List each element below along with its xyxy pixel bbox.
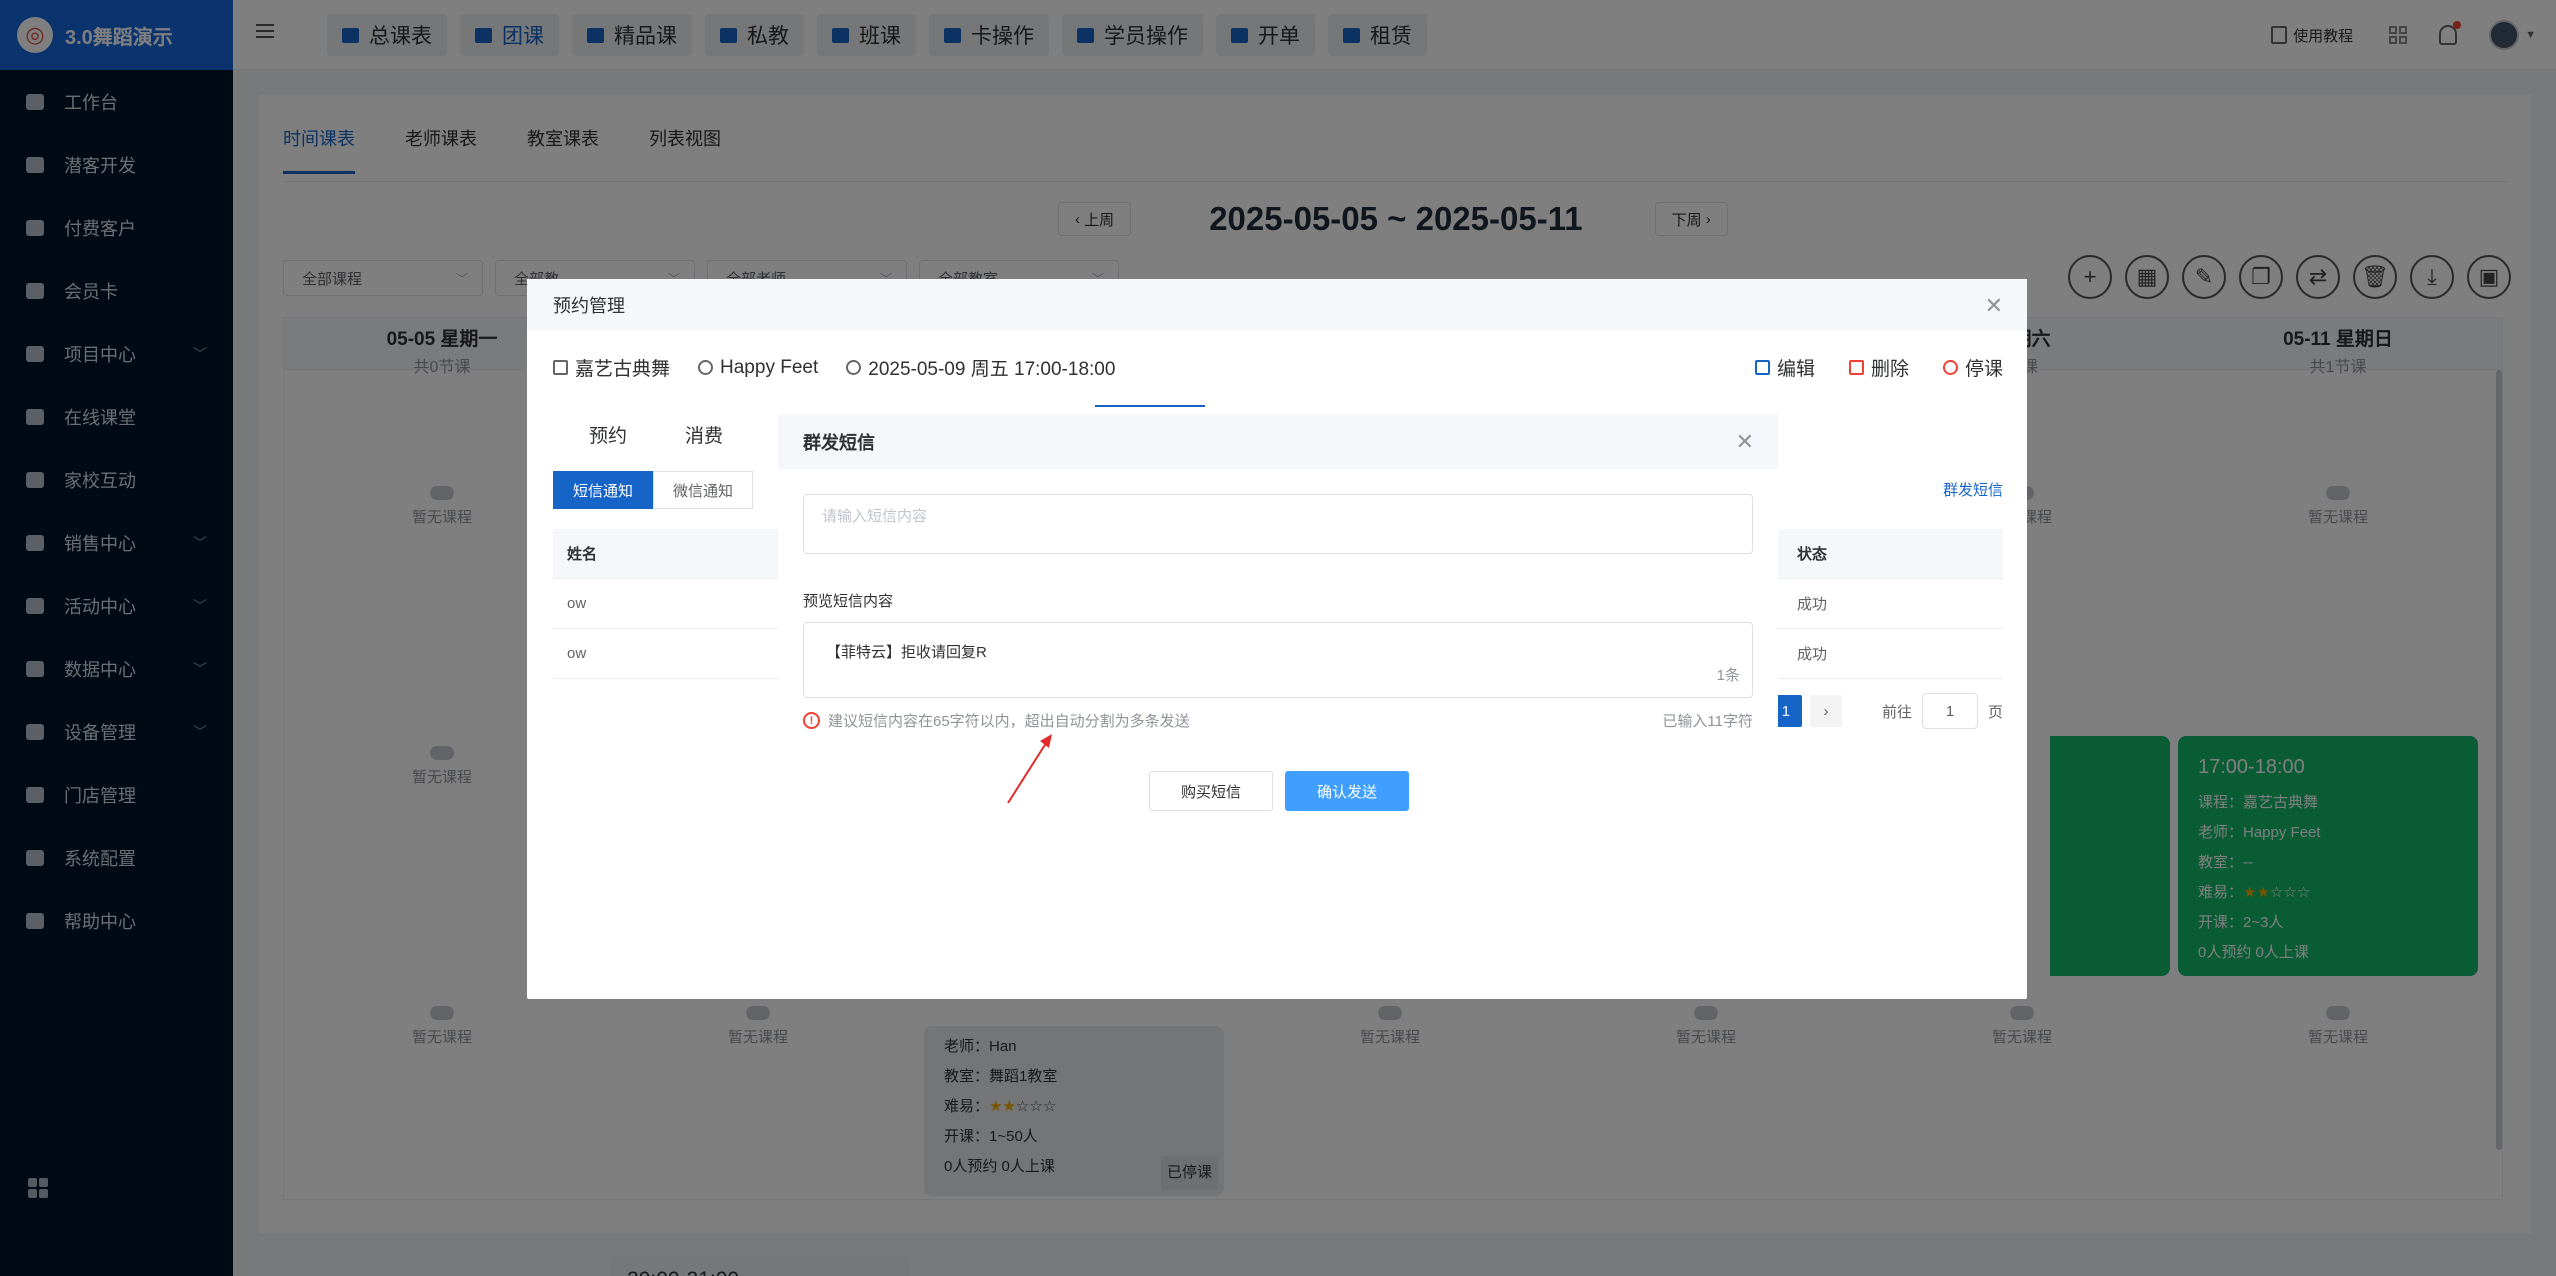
arrow-line [1007, 739, 1049, 804]
annotation-arrow [1007, 734, 1052, 804]
arrow-head [1040, 734, 1052, 748]
